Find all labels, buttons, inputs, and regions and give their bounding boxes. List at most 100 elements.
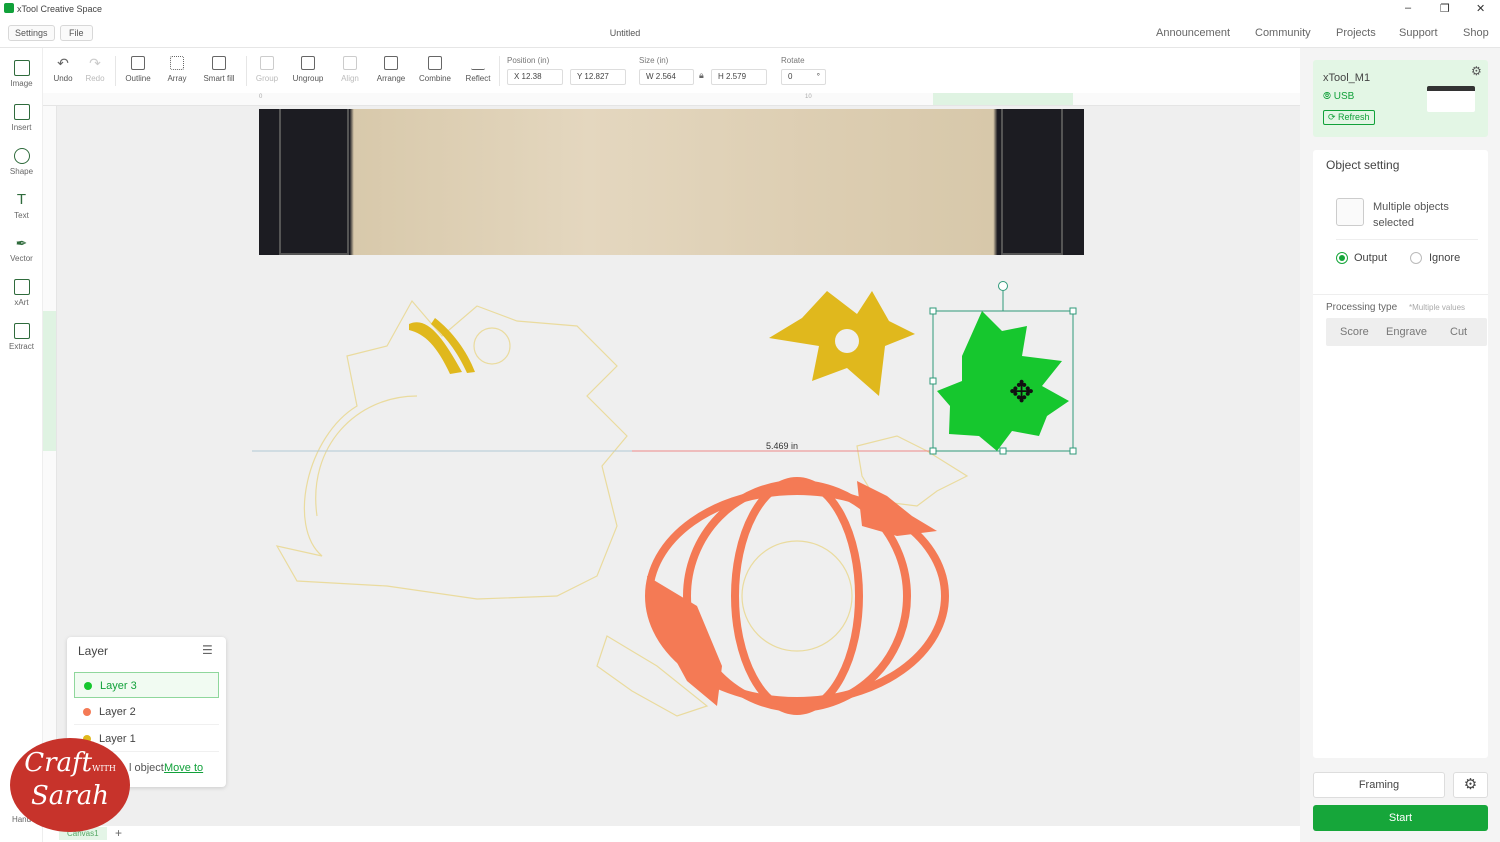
rotate-input[interactable]: 0 ° — [781, 69, 826, 85]
score-option[interactable]: Score — [1340, 326, 1369, 338]
right-panel: xTool_M1 ⚙ ⦾ USB ⟳ Refresh Object settin… — [1300, 48, 1500, 842]
start-button[interactable]: Start — [1313, 805, 1488, 831]
rotate-handle — [998, 281, 1008, 291]
nav-community[interactable]: Community — [1255, 27, 1311, 39]
nav-shop[interactable]: Shop — [1463, 27, 1489, 39]
tool-xart[interactable]: xArt — [0, 279, 43, 307]
nav-announcement[interactable]: Announcement — [1156, 27, 1230, 39]
minimize-icon[interactable]: – — [1405, 2, 1411, 14]
tool-shape[interactable]: Shape — [0, 148, 43, 176]
ungroup-icon — [301, 56, 315, 70]
divider — [1313, 294, 1488, 295]
layer-item-2[interactable]: Layer 2 — [74, 699, 219, 725]
orange-leaf-top — [857, 481, 937, 536]
left-toolbar: Image Insert Shape T Text ✒ Vector xArt Ex… — [0, 48, 43, 842]
tool-image[interactable]: Image — [0, 60, 43, 88]
layer-panel-title: Layer — [78, 644, 109, 658]
lock-ratio-icon[interactable]: 🔒︎ — [699, 70, 704, 81]
undo-button[interactable]: ↶ Undo — [51, 56, 75, 83]
canvas-tab-bar: Canvas1 + — [43, 826, 1300, 842]
ignore-radio[interactable] — [1410, 252, 1422, 264]
document-title: Untitled — [609, 28, 641, 38]
tool-text[interactable]: T Text — [0, 191, 43, 221]
text-icon: T — [16, 191, 27, 208]
yellow-flower-center — [835, 329, 859, 353]
smart-fill-button[interactable]: Smart fill — [200, 56, 238, 83]
title-bar: xTool Creative Space – ❐ ✕ — [0, 0, 1500, 18]
green-leaf — [937, 311, 1069, 451]
layer-color-dot — [84, 682, 92, 690]
device-settings-icon[interactable]: ⚙ — [1471, 64, 1482, 78]
ai-icon — [13, 279, 30, 295]
nav-projects[interactable]: Projects — [1336, 27, 1376, 39]
shape-icon — [13, 148, 30, 164]
toolbar-divider — [115, 56, 116, 86]
group-button[interactable]: Group — [253, 56, 281, 83]
resize-handle — [999, 447, 1007, 455]
resize-handle — [929, 377, 937, 385]
tool-insert[interactable]: Insert — [0, 104, 43, 132]
redo-button[interactable]: ↷ Redo — [83, 56, 107, 83]
ungroup-button[interactable]: Ungroup — [289, 56, 327, 83]
restore-icon[interactable]: ❐ — [1440, 2, 1450, 15]
pumpkin-outline-arc — [315, 395, 418, 517]
arrange-button[interactable]: Arrange — [373, 56, 409, 83]
selection-text: Multiple objects selected — [1373, 201, 1449, 229]
multiple-objects-icon — [1336, 198, 1364, 226]
device-name: xTool_M1 — [1323, 72, 1371, 84]
vertical-ruler — [43, 106, 57, 826]
array-button[interactable]: Array — [163, 56, 191, 83]
refresh-button[interactable]: ⟳ Refresh — [1323, 110, 1375, 125]
x-position-input[interactable]: X 12.38 — [507, 69, 563, 85]
width-input[interactable]: W 2.564 — [639, 69, 694, 85]
resize-handle — [929, 307, 937, 315]
nav-support[interactable]: Support — [1399, 27, 1438, 39]
ruler-tick-label: 0 — [259, 94, 263, 100]
tool-extract[interactable]: Extract — [0, 323, 43, 351]
tool-vector[interactable]: ✒ Vector — [0, 235, 43, 263]
menu-bar: Settings File Untitled Announcement Comm… — [0, 18, 1500, 48]
height-input[interactable]: H 2.579 — [711, 69, 767, 85]
output-radio[interactable] — [1336, 252, 1348, 264]
process-settings-button[interactable]: ⚙ — [1453, 772, 1488, 798]
pen-icon: ✒ — [15, 235, 28, 251]
image-icon — [13, 60, 30, 76]
cut-option[interactable]: Cut — [1450, 326, 1467, 338]
layer-item-3[interactable]: Layer 3 — [74, 672, 219, 698]
design-canvas[interactable]: ✥ 5.469 in — [57, 106, 1300, 826]
processing-type-segment: Score Engrave Cut — [1326, 318, 1487, 346]
add-canvas-button[interactable]: + — [115, 826, 122, 840]
engrave-option[interactable]: Engrave — [1386, 326, 1427, 338]
layer-settings-icon[interactable]: ☰ — [202, 643, 213, 657]
watermark-logo: CraftWITH Sarah — [10, 738, 130, 832]
resize-handle — [929, 447, 937, 455]
combine-button[interactable]: Combine — [416, 56, 454, 83]
watermark-text: Sarah — [31, 781, 109, 811]
app-title: xTool Creative Space — [17, 4, 103, 14]
watermark-text: CraftWITH — [24, 748, 116, 778]
output-label: Output — [1354, 252, 1388, 264]
resize-handle — [1069, 447, 1077, 455]
position-label: Position (in) — [507, 56, 550, 65]
gear-icon: ⚙ — [1463, 776, 1478, 793]
array-icon — [170, 56, 184, 70]
ruler-selection-range — [933, 93, 1073, 105]
pumpkin-outline-curl — [473, 327, 511, 365]
align-button[interactable]: Align — [336, 56, 364, 83]
layer-color-dot — [83, 708, 91, 716]
device-card: xTool_M1 ⚙ ⦾ USB ⟳ Refresh — [1313, 60, 1488, 137]
framing-button[interactable]: Framing — [1313, 772, 1445, 798]
close-icon[interactable]: ✕ — [1476, 2, 1485, 15]
canvas-artwork: ✥ — [252, 281, 1077, 717]
move-cursor-icon: ✥ — [1009, 375, 1034, 410]
combine-icon — [428, 56, 442, 70]
processing-type-label: Processing type — [1326, 302, 1398, 313]
move-to-link[interactable]: Move to — [164, 762, 203, 774]
reflect-button[interactable]: Reflect — [463, 56, 493, 83]
layer-footer-text: l object — [129, 762, 164, 774]
divider — [1336, 239, 1478, 240]
outline-button[interactable]: Outline — [123, 56, 153, 83]
group-icon — [260, 56, 274, 70]
ruler-selection-range — [43, 311, 56, 451]
y-position-input[interactable]: Y 12.827 — [570, 69, 626, 85]
